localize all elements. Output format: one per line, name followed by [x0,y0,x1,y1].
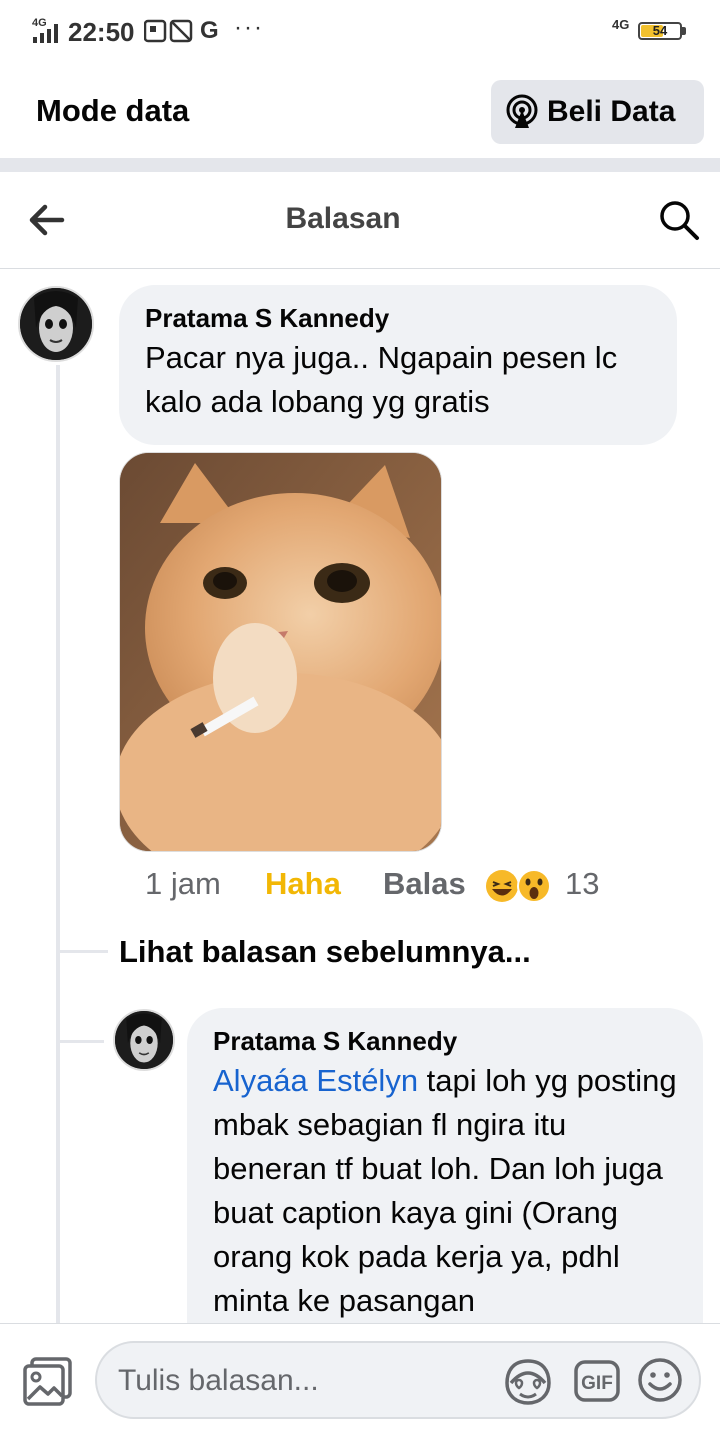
reply-input-placeholder: Tulis balasan... [118,1364,319,1397]
avatar[interactable] [18,286,94,362]
reply-body: tapi loh yg posting mbak sebagian fl ngi… [213,1063,677,1318]
broadcast-icon [506,94,538,128]
comment-photo[interactable] [119,452,442,852]
avatar-image [20,288,92,360]
banner-divider [0,158,720,172]
notification-icons [143,18,196,49]
reply-button[interactable]: Balas [383,866,466,902]
signal-icon: 4G [32,16,62,49]
photo-button[interactable] [22,1355,74,1412]
comment-bubble[interactable]: Pratama S Kannedy Pacar nya juga.. Ngapa… [119,285,677,445]
search-button[interactable] [658,199,700,246]
sticker-icon [505,1359,551,1405]
reply-author[interactable]: Pratama S Kannedy [213,1026,677,1057]
thread-line [56,365,60,1325]
page-title: Balasan [285,202,401,235]
comment-time: 1 jam [145,866,221,901]
haha-reaction-button[interactable]: Haha [265,866,341,902]
battery-icon: 54 [638,22,682,40]
clock: 22:50 [68,17,135,47]
status-bar: 4G 22:50 G ··· 4G 54 [0,0,720,64]
google-icon: G [200,17,219,44]
gif-label: GIF [581,1373,613,1394]
thread-branch [60,950,108,953]
network-type: 4G [612,17,630,32]
gif-button[interactable]: GIF [573,1359,621,1408]
thread-branch [60,1040,104,1043]
data-mode-title: Mode data [36,93,190,128]
svg-text:4G: 4G [32,17,47,29]
sticker-button[interactable] [503,1357,553,1412]
avatar[interactable] [113,1009,175,1071]
avatar-image [115,1011,173,1069]
battery-percent: 54 [652,23,668,38]
mention-link[interactable]: Alyaáa Estélyn [213,1063,418,1098]
reply-bubble[interactable]: Pratama S Kannedy Alyaáa Estélyn tapi lo… [187,1008,703,1348]
previous-replies-link[interactable]: Lihat balasan sebelumnya... [119,934,531,970]
wow-emoji-icon [517,869,551,903]
photo-icon [23,1357,72,1406]
more-notifications-icon: ··· [234,14,264,41]
gif-icon: GIF [574,1360,620,1402]
comment-author[interactable]: Pratama S Kannedy [145,303,651,334]
header-divider [0,268,720,269]
buy-data-button[interactable]: Beli Data [491,80,704,144]
buy-data-label: Beli Data [547,95,676,128]
battery-tip [682,27,686,35]
reaction-count[interactable]: 13 [565,866,599,902]
smiley-icon [638,1358,682,1402]
search-icon [660,201,699,240]
comment-text: Pacar nya juga.. Ngapain pesen lc kalo a… [145,340,618,419]
haha-emoji-icon [486,870,518,902]
reaction-summary[interactable] [485,868,553,904]
cat-photo [120,453,441,851]
reply-text: Alyaáa Estélyn tapi loh yg posting mbak … [213,1059,677,1323]
emoji-button[interactable] [637,1357,683,1408]
